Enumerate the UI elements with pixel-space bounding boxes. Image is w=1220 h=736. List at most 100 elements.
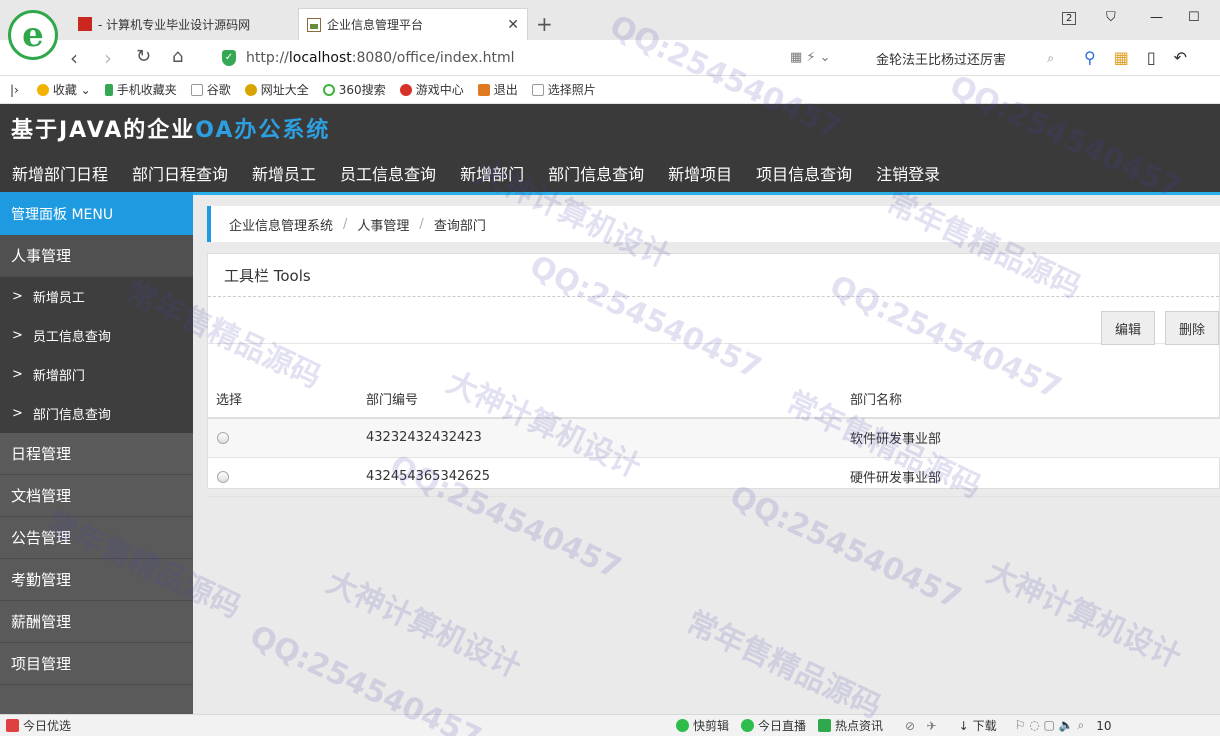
browser-tab-bar: - 计算机专业毕业设计源码网 企业信息管理平台 ✕ + 2 ⛉ — ☐ (0, 0, 1220, 40)
qr-lightning-icons[interactable]: ▦ ⚡ ⌄ (790, 50, 831, 65)
dept-name-cell: 硬件研发事业部 (850, 457, 1220, 497)
topnav-add-project[interactable]: 新增项目 (656, 161, 744, 185)
maximize-icon[interactable]: ☐ (1188, 10, 1200, 25)
new-tab-icon[interactable]: + (536, 12, 553, 36)
logo-accent-text: OA办公系统 (195, 118, 331, 143)
ring-icon (322, 83, 335, 96)
browser-logo-icon[interactable]: e (8, 10, 58, 60)
phone-icon[interactable]: ▯ (1147, 48, 1156, 67)
edit-button[interactable]: 编辑 (1101, 311, 1156, 345)
topnav-add-dept-schedule[interactable]: 新增部门日程 (0, 161, 120, 185)
topnav-project-query[interactable]: 项目信息查询 (744, 161, 864, 185)
status-misc-icons[interactable]: ⚐ ◌ ▢ 🔈 ⌕ (1015, 718, 1085, 733)
department-table: 选择 部门编号 部门名称 43232432432423 软件研发事业部 4324… (208, 380, 1220, 497)
fav-photo[interactable]: 选择照片 (531, 81, 596, 98)
sidebar-group-schedule[interactable]: 日程管理 (0, 433, 193, 475)
sidebar-group-attendance[interactable]: 考勤管理 (0, 559, 193, 601)
search-text: 金轮法王比杨过还厉害 (876, 52, 1007, 68)
sidebar-header: 管理面板 MENU (0, 192, 193, 235)
url-input[interactable]: ✓ http://localhost:8080/office/index.htm… (222, 46, 866, 70)
refresh-icon[interactable]: ↻ (136, 46, 151, 67)
chevron-right-icon: > (12, 367, 23, 382)
fav-label: 网址大全 (260, 83, 309, 97)
search-icon[interactable]: ⌕ (1047, 51, 1054, 66)
undo-icon[interactable]: ↶ (1174, 48, 1187, 67)
main-content: 企业信息管理系统 / 人事管理 / 查询部门 工具栏 Tools 编辑 删除 选… (193, 192, 1220, 714)
browser-tab-source-site[interactable]: - 计算机专业毕业设计源码网 (70, 8, 298, 40)
apps-grid-icon[interactable]: ▦ (1114, 48, 1129, 67)
search-input[interactable]: 金轮法王比杨过还厉害 ⌕ (866, 46, 1062, 70)
magnifier-icon[interactable]: ⚲ (1084, 48, 1096, 67)
sidebar-item-add-dept[interactable]: > 新增部门 (0, 355, 193, 394)
sidebar-item-label: 员工信息查询 (32, 330, 111, 345)
topnav-add-dept[interactable]: 新增部门 (448, 161, 536, 185)
sidebar-item-employee-query[interactable]: > 员工信息查询 (0, 316, 193, 355)
row-radio[interactable] (217, 431, 229, 444)
sidebar-group-salary[interactable]: 薪酬管理 (0, 601, 193, 643)
topnav-employee-query[interactable]: 员工信息查询 (328, 161, 448, 185)
table-row[interactable]: 432454365342625 硬件研发事业部 (208, 457, 1220, 497)
breadcrumb-hr[interactable]: 人事管理 (357, 215, 409, 234)
fav-label: 360搜索 (338, 83, 386, 97)
exit-icon (477, 83, 490, 96)
topnav-add-employee[interactable]: 新增员工 (240, 161, 328, 185)
home-icon[interactable]: ⌂ (172, 46, 183, 67)
fav-label: 手机收藏夹 (116, 83, 177, 97)
shirt-skin-icon[interactable]: ⛉ (1106, 10, 1116, 25)
fav-google[interactable]: 谷歌 (190, 81, 231, 98)
status-item-label: 今日直播 (758, 719, 807, 733)
globe-icon (244, 83, 257, 96)
minimize-icon[interactable]: — (1150, 10, 1163, 25)
row-select-cell (208, 418, 366, 458)
row-select-cell (208, 457, 366, 497)
status-bar: 今日优选 快剪辑 今日直播 热点资讯 ⊘ ✈ ↓ 下载 ⚐ ◌ ▢ 🔈 ⌕ 10 (0, 714, 1220, 736)
table-row[interactable]: 43232432432423 软件研发事业部 (208, 418, 1220, 458)
topnav-logout[interactable]: 注销登录 (864, 161, 952, 185)
play-icon (741, 719, 755, 732)
fav-directory[interactable]: 网址大全 (244, 81, 309, 98)
favorites-bar: |› 收藏 ⌄ 手机收藏夹 谷歌 网址大全 360搜索 游戏中心 退出 选择照片 (0, 76, 1220, 104)
status-zoom[interactable]: 10 (1096, 719, 1111, 733)
tab-count-badge[interactable]: 2 (1062, 12, 1077, 25)
column-header-dept-id: 部门编号 (366, 380, 850, 419)
url-rest: :8080/office/index.html (351, 50, 515, 66)
topnav-dept-schedule-query[interactable]: 部门日程查询 (120, 161, 240, 185)
status-today-picks[interactable]: 今日优选 (6, 717, 676, 734)
status-live[interactable]: 今日直播 (741, 717, 806, 734)
breadcrumb-root[interactable]: 企业信息管理系统 (229, 215, 333, 234)
sidebar-group-hr[interactable]: 人事管理 (0, 235, 193, 277)
tools-panel: 工具栏 Tools 编辑 删除 选择 部门编号 部门名称 43232432432… (207, 253, 1220, 497)
status-left-text: 今日优选 (23, 719, 72, 733)
page-favicon-icon (307, 17, 321, 32)
fav-mobile[interactable]: 手机收藏夹 (104, 81, 177, 98)
fav-label: 谷歌 (206, 83, 231, 97)
status-download[interactable]: ↓ 下载 (959, 717, 997, 734)
sidebar-item-add-employee[interactable]: > 新增员工 (0, 277, 193, 316)
sidebar-item-label: 新增员工 (32, 291, 85, 306)
status-news[interactable]: 热点资讯 (818, 717, 883, 734)
fav-label: 退出 (493, 83, 518, 97)
delete-button[interactable]: 删除 (1165, 311, 1219, 345)
sidebar-toggle-icon[interactable]: |› (10, 83, 19, 97)
url-prefix: http:// (246, 50, 289, 66)
fav-collect[interactable]: 收藏 ⌄ (36, 81, 91, 98)
play-icon (676, 719, 689, 732)
toolbar: 编辑 删除 (208, 297, 1219, 345)
back-icon[interactable]: ‹ (70, 46, 78, 70)
sidebar-group-documents[interactable]: 文档管理 (0, 475, 193, 517)
browser-tab-active[interactable]: 企业信息管理平台 ✕ (298, 8, 528, 40)
row-radio[interactable] (217, 470, 229, 483)
sidebar-group-notices[interactable]: 公告管理 (0, 517, 193, 559)
forward-icon[interactable]: › (104, 46, 112, 70)
tab-close-icon[interactable]: ✕ (507, 17, 519, 33)
column-header-select: 选择 (208, 380, 366, 419)
sidebar-item-dept-query[interactable]: > 部门信息查询 (0, 394, 193, 433)
fav-games[interactable]: 游戏中心 (399, 81, 464, 98)
status-quick-edit[interactable]: 快剪辑 (676, 717, 729, 734)
app-logo: 基于JAVA的企业OA办公系统 (11, 112, 330, 144)
fav-360search[interactable]: 360搜索 (322, 81, 386, 98)
sidebar-group-projects[interactable]: 项目管理 (0, 643, 193, 685)
topnav-dept-query[interactable]: 部门信息查询 (536, 161, 656, 185)
tab-title: 企业信息管理平台 (327, 18, 424, 32)
fav-logout[interactable]: 退出 (477, 81, 518, 98)
